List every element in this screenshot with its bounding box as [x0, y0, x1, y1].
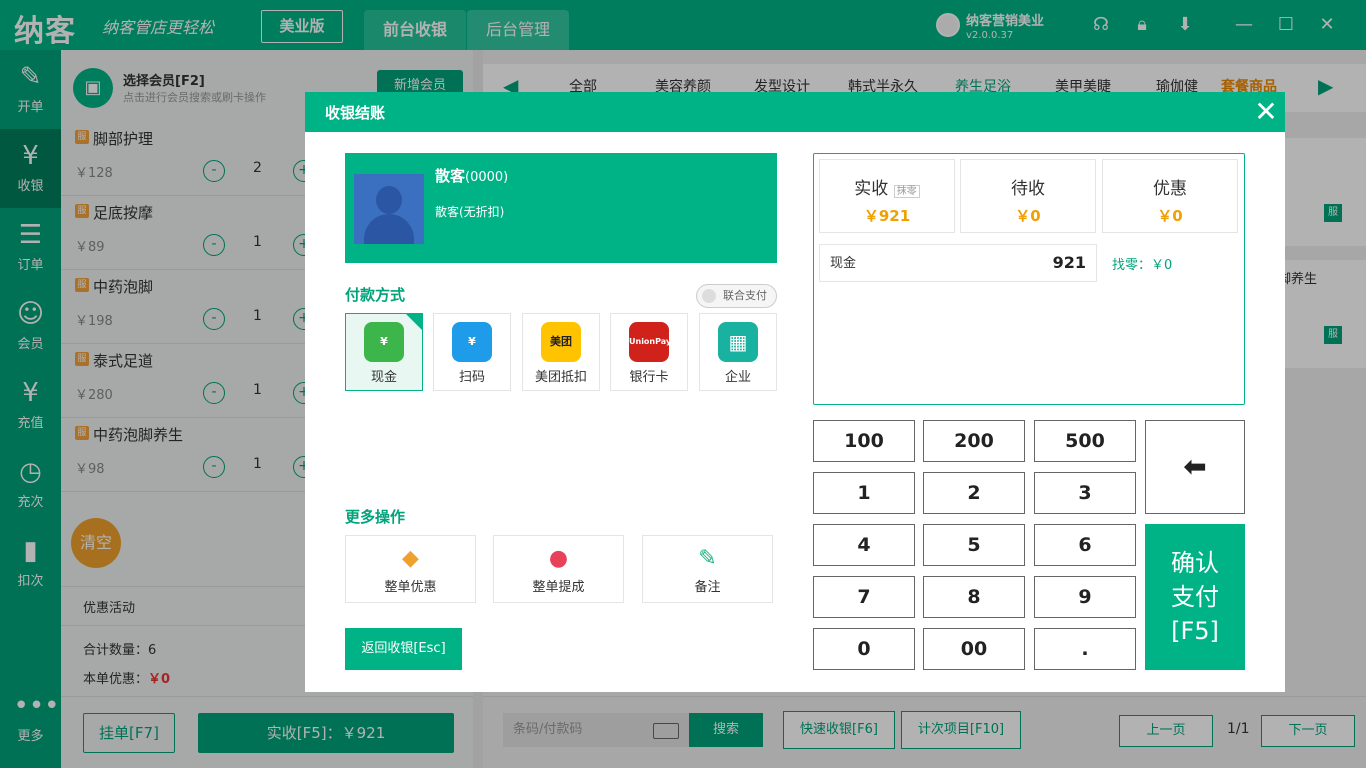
received-box: 实收 抹零 ￥921 — [819, 159, 955, 233]
pay-method-label: 企业 — [724, 370, 751, 385]
cash-amount-field[interactable]: 现金 921 — [819, 244, 1097, 282]
key-4[interactable]: 4 — [813, 524, 915, 566]
customer-type: 散客(无折扣) — [435, 205, 505, 219]
cash-label: 现金 — [830, 256, 857, 271]
key-6[interactable]: 6 — [1034, 524, 1136, 566]
tag-icon: ◆ — [402, 546, 419, 571]
key-2[interactable]: 2 — [923, 472, 1025, 514]
change-amount: 找零：￥0 — [1112, 258, 1173, 273]
key-0[interactable]: 0 — [813, 628, 915, 670]
confirm-pay-button[interactable]: 确认 支付 [F5] — [1145, 524, 1245, 670]
key-7[interactable]: 7 — [813, 576, 915, 618]
pay-method-enterprise[interactable]: ▦ 企业 — [699, 313, 777, 391]
pending-amount: ￥0 — [1015, 207, 1041, 225]
more-ops-title: 更多操作 — [345, 508, 406, 526]
key-00[interactable]: 00 — [923, 628, 1025, 670]
pay-method-meituan[interactable]: 美团 美团抵扣 — [522, 313, 600, 391]
key-8[interactable]: 8 — [923, 576, 1025, 618]
meituan-icon: 美团 — [541, 322, 581, 362]
pending-box: 待收 ￥0 — [960, 159, 1096, 233]
key-9[interactable]: 9 — [1034, 576, 1136, 618]
discount-label: 优惠 — [1153, 179, 1187, 199]
backspace-key[interactable]: ⬅ — [1145, 420, 1245, 514]
order-discount-button[interactable]: ◆ 整单优惠 — [345, 535, 476, 603]
key-3[interactable]: 3 — [1034, 472, 1136, 514]
confirm-line-2: 支付 — [1171, 583, 1219, 611]
scan-icon: ¥ — [452, 322, 492, 362]
confirm-line-1: 确认 — [1171, 549, 1219, 577]
note-icon: ✎ — [698, 546, 717, 571]
qr-icon: ▦ — [718, 322, 758, 362]
close-icon[interactable]: ✕ — [1253, 96, 1279, 128]
unionpay-icon: UnionPay — [629, 322, 671, 362]
key-1[interactable]: 1 — [813, 472, 915, 514]
key-5[interactable]: 5 — [923, 524, 1025, 566]
round-off-toggle[interactable]: 抹零 — [893, 184, 920, 198]
order-commission-button[interactable]: ● 整单提成 — [493, 535, 624, 603]
dialog-title: 收银结账 — [325, 104, 386, 122]
cash-value: 921 — [1052, 253, 1086, 272]
pay-method-label: 现金 — [370, 370, 397, 385]
pay-method-label: 扫码 — [458, 370, 485, 385]
pay-method-scan[interactable]: ¥ 扫码 — [433, 313, 511, 391]
customer-avatar — [354, 174, 424, 244]
cash-icon: ¥ — [364, 322, 404, 362]
settlement-panel: 实收 抹零 ￥921 待收 ￥0 优惠 ￥0 现金 921 找零：￥0 — [813, 153, 1245, 405]
note-button[interactable]: ✎ 备注 — [642, 535, 773, 603]
key-dot[interactable]: . — [1034, 628, 1136, 670]
pay-method-label: 美团抵扣 — [534, 370, 587, 385]
more-op-label: 整单提成 — [532, 580, 585, 595]
more-op-label: 整单优惠 — [384, 580, 437, 595]
check-icon — [406, 314, 422, 330]
pay-method-cash[interactable]: ¥ 现金 — [345, 313, 423, 391]
dialog-header: 收银结账 ✕ — [305, 92, 1285, 132]
customer-code: (0000) — [465, 170, 509, 185]
received-label-line: 实收 抹零 — [820, 174, 954, 199]
received-label: 实收 — [854, 179, 889, 199]
pending-label: 待收 — [1011, 179, 1045, 199]
pay-method-title: 付款方式 — [345, 286, 406, 304]
checkout-dialog: 收银结账 ✕ 散客(0000) 散客(无折扣) 付款方式 联合支付 ¥ 现金 ¥… — [305, 92, 1285, 692]
customer-card: 散客(0000) 散客(无折扣) — [345, 153, 777, 263]
discount-amount: ￥0 — [1157, 207, 1183, 225]
confirm-line-3: [F5] — [1171, 617, 1219, 645]
discount-box: 优惠 ￥0 — [1102, 159, 1238, 233]
key-200[interactable]: 200 — [923, 420, 1025, 462]
pay-method-bank-card[interactable]: UnionPay 银行卡 — [610, 313, 688, 391]
toggle-knob — [702, 289, 716, 303]
combo-pay-label: 联合支付 — [723, 289, 767, 302]
customer-name: 散客(0000) — [435, 165, 508, 186]
key-500[interactable]: 500 — [1034, 420, 1136, 462]
received-amount: ￥921 — [863, 207, 911, 225]
pay-method-label: 银行卡 — [629, 370, 669, 385]
money-bag-icon: ● — [548, 546, 569, 571]
more-op-label: 备注 — [694, 580, 721, 595]
customer-name-text: 散客 — [435, 167, 466, 185]
key-100[interactable]: 100 — [813, 420, 915, 462]
back-to-cashier-button[interactable]: 返回收银[Esc] — [345, 628, 462, 670]
combo-pay-toggle[interactable]: 联合支付 — [696, 284, 777, 308]
